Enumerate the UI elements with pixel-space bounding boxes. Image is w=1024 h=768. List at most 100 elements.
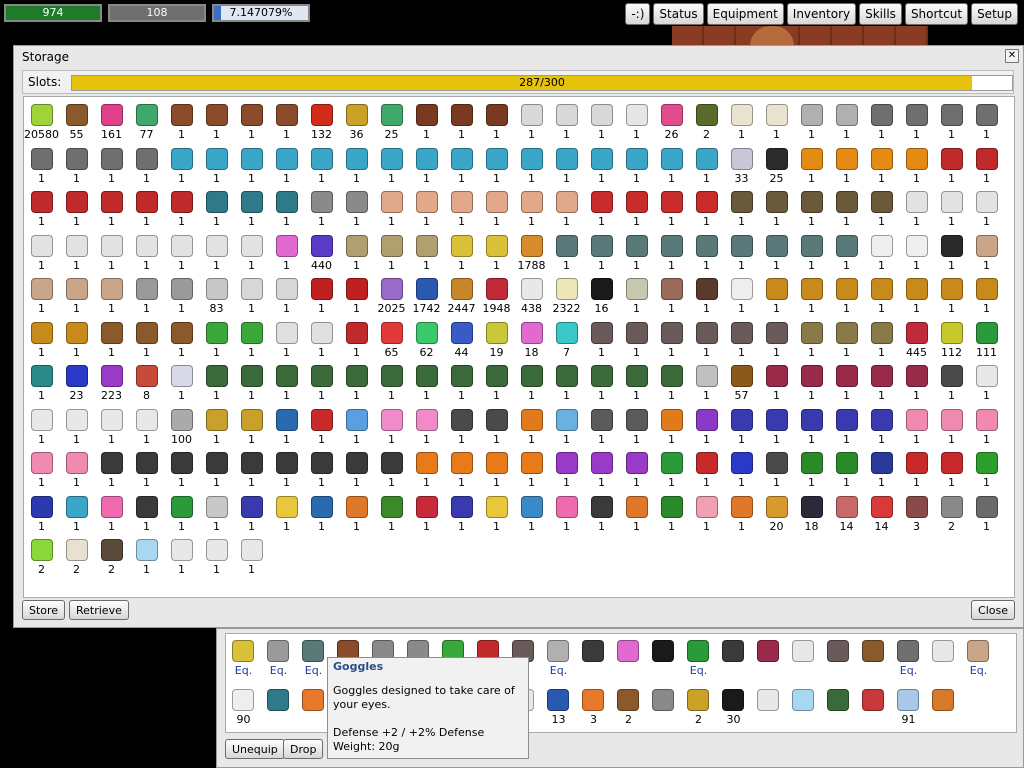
storage-slot[interactable]: 2 — [59, 536, 94, 580]
close-button[interactable]: Close — [971, 600, 1015, 620]
storage-slot[interactable]: 1 — [199, 232, 234, 276]
storage-slot[interactable]: 1 — [409, 232, 444, 276]
storage-slot[interactable]: 1 — [234, 101, 269, 145]
storage-slot[interactable]: 1 — [129, 188, 164, 232]
storage-slot[interactable]: 1 — [269, 101, 304, 145]
storage-slot[interactable]: 1 — [374, 449, 409, 493]
storage-slot[interactable]: 1 — [584, 406, 619, 450]
storage-slot[interactable]: 1 — [899, 449, 934, 493]
storage-slot[interactable]: 44 — [444, 319, 479, 363]
storage-slot[interactable]: 1 — [514, 101, 549, 145]
storage-slot[interactable]: 1 — [304, 145, 339, 189]
inventory-slot[interactable] — [786, 634, 821, 678]
storage-slot[interactable]: 1 — [654, 449, 689, 493]
storage-slot[interactable]: 1 — [619, 319, 654, 363]
storage-slot[interactable]: 1 — [969, 406, 1004, 450]
inventory-slot[interactable]: Eq. — [961, 634, 996, 678]
storage-slot[interactable]: 1 — [584, 362, 619, 406]
storage-slot[interactable]: 1 — [304, 449, 339, 493]
storage-slot[interactable]: 1 — [864, 145, 899, 189]
storage-slot[interactable]: 1 — [199, 536, 234, 580]
storage-slot[interactable]: 1 — [164, 362, 199, 406]
storage-slot[interactable]: 1 — [24, 362, 59, 406]
inventory-slot[interactable] — [646, 634, 681, 678]
storage-slot[interactable]: 1 — [199, 362, 234, 406]
storage-slot[interactable]: 1 — [234, 188, 269, 232]
storage-slot[interactable]: 1 — [619, 232, 654, 276]
storage-slot[interactable]: 1 — [689, 493, 724, 537]
storage-slot[interactable]: 19 — [479, 319, 514, 363]
storage-slot[interactable]: 1 — [549, 449, 584, 493]
storage-slot[interactable]: 1 — [129, 275, 164, 319]
storage-slot[interactable]: 1 — [794, 275, 829, 319]
unequip-button[interactable]: Unequip — [225, 739, 285, 759]
storage-slot[interactable]: 1 — [654, 145, 689, 189]
storage-slot[interactable]: 1 — [164, 493, 199, 537]
storage-slot[interactable]: 1 — [689, 449, 724, 493]
storage-slot[interactable]: 1 — [969, 362, 1004, 406]
storage-slot[interactable]: 1 — [864, 362, 899, 406]
storage-slot[interactable]: 2 — [689, 101, 724, 145]
storage-slot[interactable]: 1 — [339, 145, 374, 189]
storage-slot[interactable]: 62 — [409, 319, 444, 363]
storage-slot[interactable]: 1 — [374, 493, 409, 537]
storage-slot[interactable]: 1 — [339, 449, 374, 493]
storage-slot[interactable]: 1 — [199, 493, 234, 537]
storage-slot[interactable]: 1 — [339, 275, 374, 319]
inventory-slot[interactable] — [821, 634, 856, 678]
storage-slot[interactable]: 1 — [164, 449, 199, 493]
storage-slot[interactable]: 2 — [94, 536, 129, 580]
storage-slot[interactable]: 1 — [689, 319, 724, 363]
storage-slot[interactable]: 1 — [479, 145, 514, 189]
storage-slot[interactable]: 83 — [199, 275, 234, 319]
storage-slot[interactable]: 1 — [304, 188, 339, 232]
storage-slot[interactable]: 1 — [794, 101, 829, 145]
storage-slot[interactable]: 1 — [934, 362, 969, 406]
storage-slot[interactable]: 1788 — [514, 232, 549, 276]
inventory-slot[interactable] — [926, 634, 961, 678]
storage-slot[interactable]: 1 — [689, 362, 724, 406]
storage-slot[interactable]: 1 — [199, 101, 234, 145]
storage-slot[interactable]: 1 — [374, 145, 409, 189]
storage-slot[interactable]: 1 — [899, 145, 934, 189]
storage-slot[interactable]: 1 — [339, 188, 374, 232]
storage-slot[interactable]: 1 — [794, 188, 829, 232]
storage-slot[interactable]: 1 — [549, 188, 584, 232]
inventory-slot[interactable] — [296, 683, 331, 727]
retrieve-button[interactable]: Retrieve — [69, 600, 129, 620]
storage-slot[interactable]: 1 — [619, 188, 654, 232]
storage-slot[interactable]: 7 — [549, 319, 584, 363]
storage-slot[interactable]: 1 — [584, 188, 619, 232]
inventory-slot[interactable]: Eq. — [226, 634, 261, 678]
storage-slot[interactable]: 1 — [899, 101, 934, 145]
storage-slot[interactable]: 1 — [304, 493, 339, 537]
storage-slot[interactable]: 65 — [374, 319, 409, 363]
storage-slot[interactable]: 1 — [969, 145, 1004, 189]
storage-slot[interactable]: 1 — [654, 362, 689, 406]
storage-slot[interactable]: 1 — [899, 232, 934, 276]
storage-slot[interactable]: 1 — [724, 188, 759, 232]
storage-slot[interactable]: 1 — [724, 449, 759, 493]
inventory-slot[interactable]: 30 — [716, 683, 751, 727]
storage-slot[interactable]: 1 — [59, 275, 94, 319]
storage-slot[interactable]: 1 — [689, 275, 724, 319]
storage-slot[interactable]: 1 — [514, 406, 549, 450]
inventory-slot[interactable] — [751, 683, 786, 727]
storage-slot[interactable]: 1 — [129, 232, 164, 276]
storage-slot[interactable]: 1 — [829, 362, 864, 406]
storage-slot[interactable]: 1 — [584, 145, 619, 189]
storage-slot[interactable]: 1 — [759, 188, 794, 232]
storage-slot[interactable]: 1 — [619, 145, 654, 189]
storage-slot[interactable]: 14 — [829, 493, 864, 537]
storage-slot[interactable]: 1 — [724, 406, 759, 450]
storage-slot[interactable]: 1 — [234, 536, 269, 580]
storage-slot[interactable]: 1 — [59, 188, 94, 232]
storage-slot[interactable]: 1 — [339, 232, 374, 276]
storage-slot[interactable]: 1 — [269, 362, 304, 406]
inventory-slot[interactable]: 3 — [576, 683, 611, 727]
storage-slot[interactable]: 1 — [514, 493, 549, 537]
storage-slot[interactable]: 1 — [199, 319, 234, 363]
storage-slot[interactable]: 1 — [94, 275, 129, 319]
inventory-slot[interactable]: 90 — [226, 683, 261, 727]
storage-slot[interactable]: 1 — [479, 493, 514, 537]
